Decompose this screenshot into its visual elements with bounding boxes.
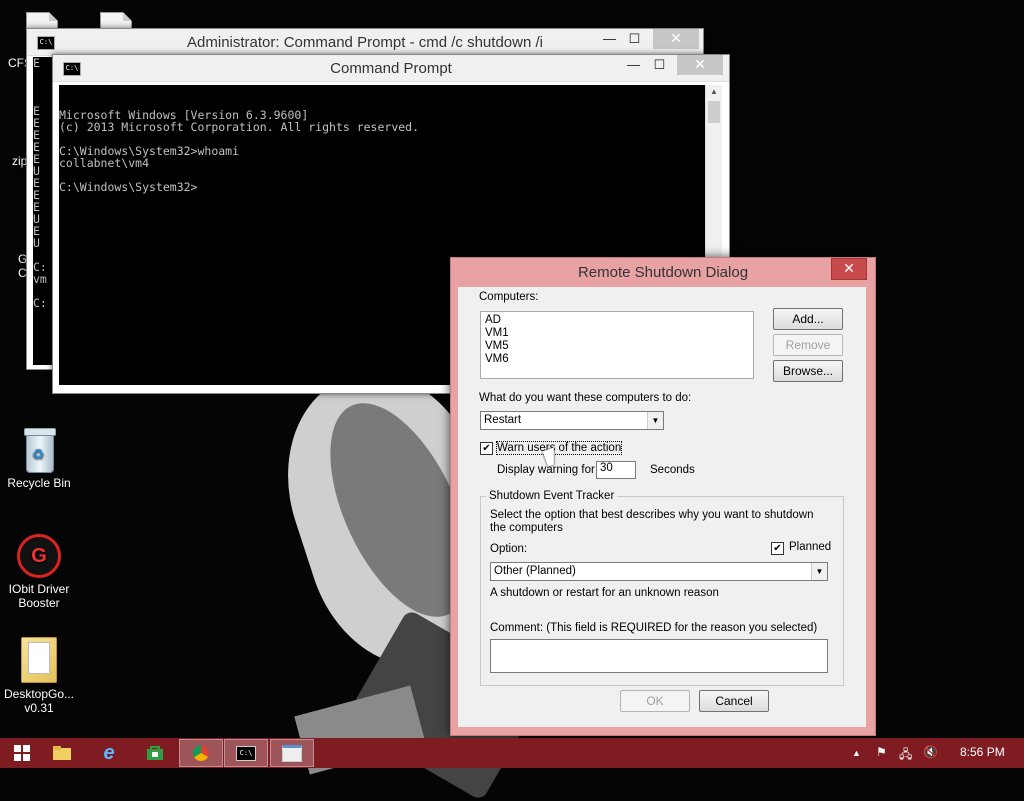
cmd-titlebar[interactable]: C:\ Command Prompt — ☐ ✕ <box>53 55 729 82</box>
planned-label: Planned <box>789 541 832 553</box>
recycle-bin-icon: ♻ <box>22 428 56 473</box>
taskbar: e C:\ ▲ ⚑ 🖧 🔇 8:56 PM <box>0 738 1024 768</box>
maximize-button[interactable]: ☐ <box>621 29 648 49</box>
network-icon[interactable]: 🖧 <box>899 745 912 766</box>
remote-shutdown-button[interactable] <box>270 739 314 767</box>
minimize-button[interactable]: — <box>620 55 647 75</box>
chevron-down-icon: ▼ <box>811 563 827 580</box>
close-button[interactable]: ✕ <box>677 55 723 75</box>
internet-explorer-button[interactable]: e <box>87 739 131 767</box>
add-button[interactable]: Add... <box>773 308 843 330</box>
warn-users-label[interactable]: Warn users of the action <box>495 441 623 455</box>
chrome-button[interactable] <box>179 739 223 767</box>
admin-cmd-titlebar[interactable]: C:\ Administrator: Command Prompt - cmd … <box>27 29 703 56</box>
reason-text: A shutdown or restart for an unknown rea… <box>490 587 719 599</box>
list-item[interactable]: VM6 <box>485 353 749 366</box>
cancel-button[interactable]: Cancel <box>699 690 769 712</box>
dialog-icon <box>282 744 302 762</box>
dialog-client: Computers: AD VM1 VM5 VM6 Add... Remove Bro… <box>458 287 866 727</box>
desktop-icon-label: DesktopGo... v0.31 <box>3 687 75 715</box>
taskbar-clock[interactable]: 8:56 PM <box>960 745 1005 759</box>
chrome-icon <box>193 745 209 761</box>
desktop-icon-label: IObit Driver Booster <box>8 582 70 610</box>
warn-users-checkbox[interactable]: ✔ <box>480 442 493 455</box>
scroll-up-icon[interactable]: ▲ <box>706 85 722 99</box>
computers-label: Computers: <box>479 291 539 303</box>
folder-icon <box>53 746 71 760</box>
seconds-label: Seconds <box>650 464 695 476</box>
maximize-button[interactable]: ☐ <box>646 55 673 75</box>
desktop-icon-label: Recycle Bin <box>7 476 71 490</box>
computers-list[interactable]: AD VM1 VM5 VM6 <box>480 311 754 379</box>
planned-checkbox[interactable]: ✔ <box>771 542 784 555</box>
action-dropdown-value: Restart <box>484 414 522 426</box>
console-line: C:\Windows\System32>whoami <box>59 144 240 158</box>
iobit-driver-booster-icon: G <box>17 534 61 578</box>
comment-label: Comment: (This field is REQUIRED for the… <box>490 622 818 634</box>
desktop-icon-desktopgo[interactable]: DesktopGo... v0.31 <box>1 637 77 715</box>
option-dropdown[interactable]: Other (Planned) ▼ <box>490 562 828 581</box>
start-button[interactable] <box>0 739 44 767</box>
option-label: Option: <box>490 543 528 555</box>
action-dropdown[interactable]: Restart ▼ <box>480 411 664 430</box>
dialog-close-button[interactable]: ✕ <box>831 258 867 280</box>
dialog-title: Remote Shutdown Dialog <box>577 264 749 281</box>
close-button[interactable]: ✕ <box>653 29 699 49</box>
ie-icon: e <box>103 741 115 764</box>
option-dropdown-value: Other (Planned) <box>494 565 576 577</box>
show-hidden-icons-icon[interactable]: ▲ <box>852 748 861 758</box>
action-label: What do you want these computers to do: <box>479 392 692 404</box>
tracker-description: Select the option that best describes wh… <box>490 509 814 534</box>
command-prompt-button[interactable]: C:\ <box>224 739 268 767</box>
console-line: (c) 2013 Microsoft Corporation. All righ… <box>59 120 420 134</box>
remote-shutdown-dialog[interactable]: Remote Shutdown Dialog ✕ Computers: AD VM… <box>450 257 876 736</box>
comment-textarea[interactable] <box>490 639 828 673</box>
browse-button[interactable]: Browse... <box>773 360 843 382</box>
desktop-icon-recycle-bin[interactable]: ♻ Recycle Bin <box>1 428 77 490</box>
folder-icon <box>21 637 57 683</box>
shutdown-event-tracker-label: Shutdown Event Tracker <box>486 490 618 502</box>
chevron-down-icon: ▼ <box>647 412 663 429</box>
windows-logo-icon <box>14 745 30 761</box>
store-button[interactable] <box>133 739 177 767</box>
action-center-flag-icon[interactable]: ⚑ <box>876 745 887 759</box>
store-icon <box>147 746 163 760</box>
display-warning-label: Display warning for <box>497 464 595 476</box>
list-item[interactable]: VM1 <box>485 327 749 340</box>
volume-muted-icon[interactable]: 🔇 <box>923 745 938 759</box>
cmd-icon: C:\ <box>236 745 256 761</box>
console-line: collabnet\vm4 <box>59 156 150 170</box>
console-line: C:\Windows\System32> <box>59 180 198 194</box>
list-item[interactable]: AD <box>485 314 749 327</box>
warning-seconds-input[interactable]: 30 <box>596 461 636 479</box>
list-item[interactable]: VM5 <box>485 340 749 353</box>
desktop-icon-iobit[interactable]: G IObit Driver Booster <box>1 534 77 610</box>
remove-button[interactable]: Remove <box>773 334 843 356</box>
file-explorer-button[interactable] <box>40 739 84 767</box>
scroll-thumb[interactable] <box>708 101 720 123</box>
ok-button[interactable]: OK <box>620 690 690 712</box>
minimize-button[interactable]: — <box>596 29 623 49</box>
